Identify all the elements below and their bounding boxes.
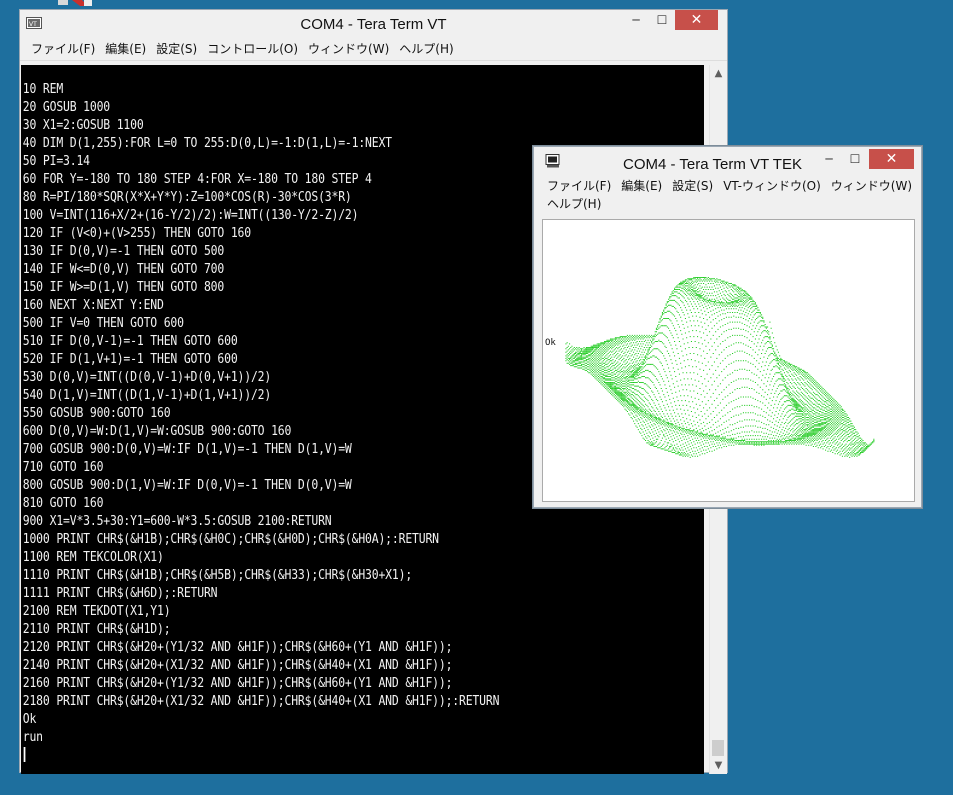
maximize-icon: ☐ bbox=[849, 152, 861, 166]
tek-close-button[interactable]: ✕ bbox=[869, 149, 914, 169]
terminal-line: Ok bbox=[22, 712, 37, 727]
terminal-line: 1110 PRINT CHR$(&H1B);CHR$(&H5B);CHR$(&H… bbox=[22, 568, 413, 583]
menu-setup[interactable]: 設定(S) bbox=[151, 40, 202, 58]
tek-menu-help[interactable]: ヘルプ(H) bbox=[542, 195, 606, 213]
maximize-button[interactable]: ☐ bbox=[649, 10, 675, 30]
terminal-line: 2140 PRINT CHR$(&H20+(X1/32 AND &H1F));C… bbox=[22, 658, 453, 673]
tek-menu-edit[interactable]: 編集(E) bbox=[616, 177, 667, 195]
vt-titlebar[interactable]: VT COM4 - Tera Term VT ─ ☐ ✕ bbox=[20, 10, 727, 40]
maximize-icon: ☐ bbox=[656, 13, 668, 27]
tek-maximize-button[interactable]: ☐ bbox=[842, 149, 868, 169]
terminal-line: 900 X1=V*3.5+30:Y1=600-W*3.5:GOSUB 2100:… bbox=[22, 514, 332, 529]
terminal-line: 2110 PRINT CHR$(&H1D); bbox=[22, 622, 171, 637]
menu-window[interactable]: ウィンドウ(W) bbox=[303, 40, 394, 58]
surface-dots bbox=[565, 277, 875, 458]
vt-window-title: COM4 - Tera Term VT bbox=[300, 16, 447, 33]
close-icon: ✕ bbox=[885, 151, 898, 167]
surface-plot bbox=[565, 277, 875, 458]
terminal-line: run bbox=[22, 730, 43, 745]
menu-edit[interactable]: 編集(E) bbox=[100, 40, 151, 58]
terminal-line: 30 X1=2:GOSUB 1100 bbox=[22, 118, 144, 133]
terminal-line: 1111 PRINT CHR$(&H6D);:RETURN bbox=[22, 586, 218, 601]
terminal-line: 1000 PRINT CHR$(&H1B);CHR$(&H0C);CHR$(&H… bbox=[22, 532, 439, 547]
terminal-line: 10 REM bbox=[22, 82, 64, 97]
tek-menu-file[interactable]: ファイル(F) bbox=[542, 177, 616, 195]
menu-file[interactable]: ファイル(F) bbox=[26, 40, 100, 58]
terminal-text: 10 REM 20 GOSUB 1000 30 X1=2:GOSUB 1100 40 … bbox=[21, 65, 622, 766]
menu-help[interactable]: ヘルプ(H) bbox=[394, 40, 458, 58]
scroll-up-button[interactable]: ▲ bbox=[710, 65, 727, 82]
chevron-down-icon: ▼ bbox=[714, 760, 723, 771]
tek-menu-window[interactable]: ウィンドウ(W) bbox=[826, 177, 917, 195]
desktop-icon[interactable] bbox=[58, 0, 94, 8]
tek-minimize-button[interactable]: ─ bbox=[818, 149, 840, 169]
tek-menu-vt-window[interactable]: VT-ウィンドウ(O) bbox=[718, 177, 826, 195]
scroll-thumb[interactable] bbox=[712, 740, 724, 756]
terminal-line: 2120 PRINT CHR$(&H20+(Y1/32 AND &H1F));C… bbox=[22, 640, 453, 655]
minimize-icon: ─ bbox=[825, 152, 833, 166]
terminal-line: 1100 REM TEKCOLOR(X1) bbox=[22, 550, 164, 565]
minimize-icon: ─ bbox=[632, 13, 640, 27]
menu-control[interactable]: コントロール(O) bbox=[202, 40, 303, 58]
scroll-down-button[interactable]: ▼ bbox=[710, 757, 727, 774]
tek-menubar: ファイル(F) 編集(E) 設定(S) VT-ウィンドウ(O) ウィンドウ(W) ヘルプ(… bbox=[534, 177, 921, 213]
text-cursor bbox=[23, 747, 26, 762]
terminal-cursor-line bbox=[23, 747, 622, 766]
tek-graphics-area[interactable]: Ok bbox=[542, 219, 915, 502]
vt-menubar: ファイル(F) 編集(E) 設定(S) コントロール(O) ウィンドウ(W) ヘルプ(H) bbox=[20, 40, 727, 61]
tek-titlebar[interactable]: COM4 - Tera Term VT TEK ─ ☐ ✕ bbox=[534, 147, 921, 177]
terminal-line: 2160 PRINT CHR$(&H20+(Y1/32 AND &H1F));C… bbox=[22, 676, 453, 691]
chevron-up-icon: ▲ bbox=[714, 68, 723, 79]
tek-menu-setup[interactable]: 設定(S) bbox=[667, 177, 718, 195]
terminal-line: 2180 PRINT CHR$(&H20+(X1/32 AND &H1F));C… bbox=[22, 694, 500, 709]
minimize-button[interactable]: ─ bbox=[623, 10, 649, 30]
close-icon: ✕ bbox=[690, 12, 703, 28]
tek-window[interactable]: COM4 - Tera Term VT TEK ─ ☐ ✕ ファイル(F) 編集(… bbox=[533, 146, 922, 508]
terminal-line: 2100 REM TEKDOT(X1,Y1) bbox=[22, 604, 171, 619]
terminal-line: 20 GOSUB 1000 bbox=[22, 100, 111, 115]
close-button[interactable]: ✕ bbox=[675, 10, 718, 30]
